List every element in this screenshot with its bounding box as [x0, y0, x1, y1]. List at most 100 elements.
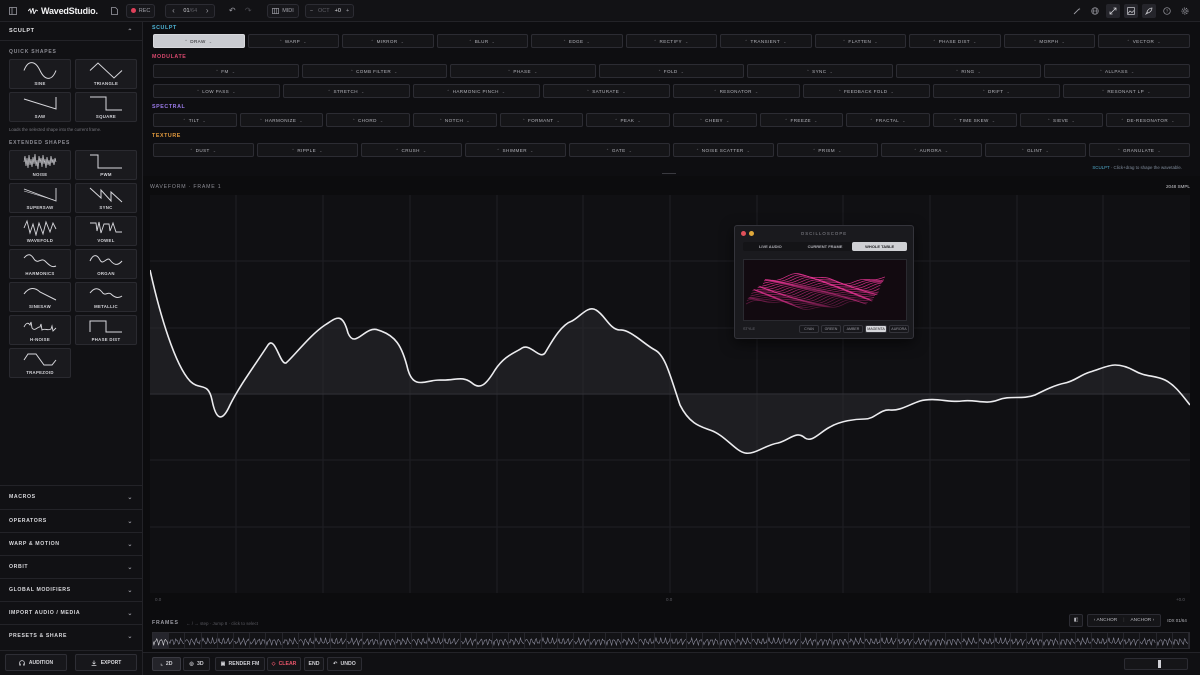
- style-magenta[interactable]: MAGENTA: [865, 325, 887, 333]
- chevron-down-icon[interactable]: ⌄: [299, 118, 303, 123]
- chevron-down-icon[interactable]: ⌄: [681, 69, 685, 74]
- audition-button[interactable]: AUDITION: [5, 654, 67, 671]
- tool-prism-button[interactable]: ◦ PRISM ⌄: [777, 143, 878, 157]
- tool-blur-button[interactable]: ◦ BLUR ⌄: [436, 34, 529, 48]
- tool-saturate-button[interactable]: ◦ SATURATE ⌄: [543, 84, 670, 98]
- frame-thumbnail[interactable]: [428, 633, 445, 648]
- frame-thumbnail[interactable]: [1140, 633, 1157, 648]
- shape-card-sync[interactable]: SYNC: [75, 183, 137, 213]
- frame-thumbnail[interactable]: [962, 633, 979, 648]
- rocket-icon[interactable]: [1142, 4, 1156, 18]
- tool-morph-button[interactable]: ◦ MORPH ⌄: [1003, 34, 1096, 48]
- shape-card-sine[interactable]: SINE: [9, 59, 71, 89]
- frame-thumbnail[interactable]: [768, 633, 785, 648]
- tool-transient-button[interactable]: ◦ TRANSIENT ⌄: [720, 34, 812, 48]
- tool-fold-button[interactable]: ◦ FOLD ⌄: [598, 64, 745, 78]
- frame-thumbnail[interactable]: [444, 633, 461, 648]
- tool-fractal-button[interactable]: ◦ FRACTAL ⌄: [846, 113, 931, 127]
- frame-thumbnail[interactable]: [1091, 633, 1109, 648]
- shape-card-harmonics[interactable]: HARMONICS: [9, 249, 71, 279]
- frame-thumbnail[interactable]: [800, 633, 817, 648]
- frame-thumbnail[interactable]: [897, 633, 914, 648]
- frame-thumbnail[interactable]: [412, 633, 429, 648]
- style-cyan[interactable]: CYAN: [799, 325, 819, 333]
- sidebar-header[interactable]: SCULPT ⌃: [0, 22, 142, 41]
- frame-thumbnail[interactable]: [509, 633, 526, 648]
- tool-chord-button[interactable]: ◦ CHORD ⌄: [326, 113, 411, 127]
- shape-card-triangle[interactable]: TRIANGLE: [75, 59, 137, 89]
- frame-thumbnail[interactable]: [233, 633, 251, 648]
- chevron-down-icon[interactable]: ⌄: [502, 89, 506, 94]
- tool-harmonize-button[interactable]: ◦ HARMONIZE ⌄: [239, 113, 324, 127]
- frame-thumbnail[interactable]: [1043, 633, 1060, 648]
- chevron-down-icon[interactable]: ⌄: [209, 39, 213, 44]
- frame-thumbnail[interactable]: [185, 633, 202, 648]
- frame-thumbnail[interactable]: [606, 633, 623, 648]
- tool-noise-scatter-button[interactable]: ◦ NOISE SCATTER ⌄: [673, 143, 774, 157]
- tool-shimmer-button[interactable]: ◦ SHIMMER ⌄: [465, 143, 566, 157]
- tool-harmonic-pinch-button[interactable]: ◦ HARMONIC PINCH ⌄: [413, 84, 540, 98]
- frame-thumbnail[interactable]: [557, 633, 574, 648]
- redo-icon[interactable]: ↷: [241, 4, 255, 18]
- frame-thumbnail[interactable]: [849, 633, 866, 648]
- tool-low-pass-button[interactable]: ◦ LOW PASS ⌄: [153, 84, 280, 98]
- frame-thumbnail[interactable]: [1027, 633, 1044, 648]
- style-aurora[interactable]: AURORA: [889, 325, 909, 333]
- octave-up-button[interactable]: +: [346, 8, 349, 14]
- chevron-down-icon[interactable]: ⌄: [1157, 39, 1161, 44]
- chevron-down-icon[interactable]: ⌄: [874, 39, 878, 44]
- chevron-down-icon[interactable]: ⌄: [1061, 39, 1065, 44]
- chevron-down-icon[interactable]: ⌄: [380, 118, 384, 123]
- shape-card-sinesaw[interactable]: SINESAW: [9, 282, 71, 312]
- frame-thumbnail[interactable]: [1075, 633, 1092, 648]
- frame-thumbnail[interactable]: [1059, 633, 1076, 648]
- sidebar-toggle-icon[interactable]: [6, 4, 20, 18]
- midi-button[interactable]: MIDI: [267, 3, 299, 18]
- chevron-down-icon[interactable]: ⌄: [1072, 118, 1076, 123]
- frame-thumbnail[interactable]: [250, 633, 267, 648]
- shape-card-phase-dist[interactable]: PHASE DIST: [75, 315, 137, 345]
- frame-thumbnail[interactable]: [930, 633, 947, 648]
- chevron-down-icon[interactable]: ⌄: [637, 118, 641, 123]
- frame-thumbnail[interactable]: [266, 633, 283, 648]
- frame-thumbnail[interactable]: [881, 633, 898, 648]
- frame-thumbnail[interactable]: [395, 633, 412, 648]
- chevron-down-icon[interactable]: ⌄: [992, 118, 996, 123]
- chevron-down-icon[interactable]: ⌄: [534, 69, 538, 74]
- frame-thumbnail[interactable]: [1156, 633, 1173, 648]
- image-icon[interactable]: [1124, 4, 1138, 18]
- chevron-down-icon[interactable]: ⌄: [726, 118, 730, 123]
- chevron-down-icon[interactable]: ⌄: [629, 148, 633, 153]
- shape-card-saw[interactable]: SAW: [9, 92, 71, 122]
- tool-comb-filter-button[interactable]: ◦ COMB FILTER ⌄: [301, 64, 448, 78]
- record-button[interactable]: REC: [125, 3, 156, 18]
- frame-thumbnail[interactable]: [217, 633, 234, 648]
- shape-card-metallic[interactable]: METALLIC: [75, 282, 137, 312]
- tool-allpass-button[interactable]: ◦ ALLPASS ⌄: [1044, 64, 1191, 78]
- frame-thumbnail[interactable]: [363, 633, 380, 648]
- chevron-down-icon[interactable]: ⌄: [973, 39, 977, 44]
- tool-ripple-button[interactable]: ◦ RIPPLE ⌄: [257, 143, 358, 157]
- accordion-warp-motion[interactable]: WARP & MOTION ⌄: [0, 532, 142, 555]
- tool-cheby-button[interactable]: ◦ CHEBY ⌄: [673, 113, 757, 127]
- tool-phase-dist-button[interactable]: ◦ PHASE DIST ⌄: [909, 34, 1001, 48]
- chevron-down-icon[interactable]: ⌄: [902, 118, 906, 123]
- chevron-down-icon[interactable]: ⌄: [492, 39, 496, 44]
- tool-stretch-button[interactable]: ◦ STRETCH ⌄: [283, 84, 410, 98]
- tool-warp-button[interactable]: ◦ WARP ⌄: [247, 34, 340, 48]
- chevron-down-icon[interactable]: ⌄: [622, 89, 626, 94]
- shape-card-pwm[interactable]: PWM: [75, 150, 137, 180]
- frame-thumbnail[interactable]: [590, 633, 607, 648]
- export-button[interactable]: EXPORT: [75, 654, 137, 671]
- expand-icon[interactable]: [1106, 4, 1120, 18]
- chevron-down-icon[interactable]: ⌄: [783, 39, 787, 44]
- tool-notch-button[interactable]: ◦ NOTCH ⌄: [413, 113, 497, 127]
- tool-granulate-button[interactable]: ◦ GRANULATE ⌄: [1089, 143, 1190, 157]
- tool-aurora-button[interactable]: ◦ AURORA ⌄: [881, 143, 982, 157]
- anchor-next-button[interactable]: ANCHOR ›: [1130, 618, 1154, 623]
- undo-button[interactable]: ↶ UNDO: [327, 657, 362, 671]
- chevron-down-icon[interactable]: ⌄: [747, 148, 751, 153]
- undo-icon[interactable]: ↶: [225, 4, 239, 18]
- tab-whole-table[interactable]: WHOLE TABLE: [852, 242, 908, 251]
- tool-phase-button[interactable]: ◦ PHASE ⌄: [450, 64, 596, 78]
